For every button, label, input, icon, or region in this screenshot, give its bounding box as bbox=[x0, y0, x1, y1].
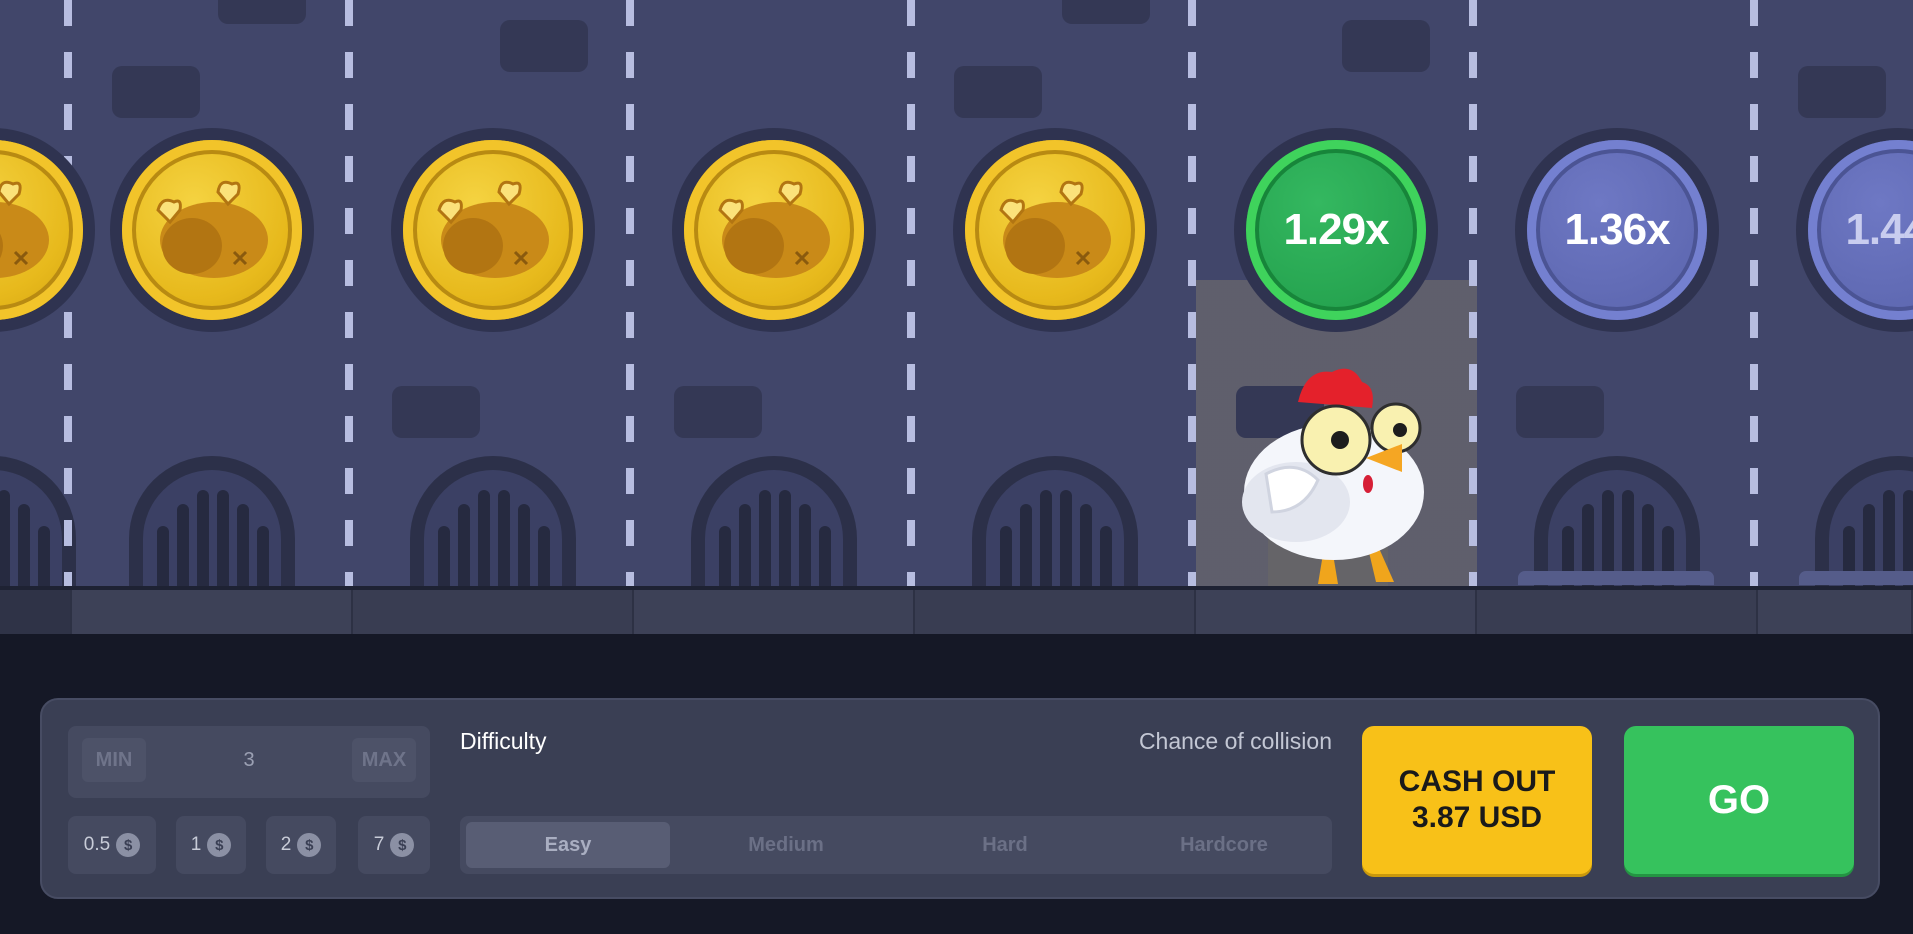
difficulty-easy[interactable]: Easy bbox=[466, 822, 670, 868]
roast-chicken-icon bbox=[403, 140, 583, 320]
roast-chicken-icon bbox=[684, 140, 864, 320]
roast-chicken-icon bbox=[965, 140, 1145, 320]
multiplier-label: 1.36x bbox=[1527, 140, 1707, 320]
chip-button-2[interactable]: 2 $ bbox=[266, 816, 336, 874]
sidewalk bbox=[0, 586, 1913, 634]
collision-chance-label: Chance of collision bbox=[1138, 728, 1332, 754]
max-bet-button[interactable]: MAX bbox=[352, 738, 416, 782]
sidewalk-slab bbox=[1196, 590, 1477, 634]
control-panel: MIN 3 MAX 0.5 $ 1 $ 2 $ 7 $ Difficulty C… bbox=[40, 698, 1880, 899]
sidewalk-slab bbox=[1477, 590, 1758, 634]
difficulty-label: Difficulty bbox=[460, 728, 547, 754]
chip-amount: 7 bbox=[373, 834, 385, 855]
brick-decoration bbox=[954, 66, 1042, 118]
sewer-grate-icon bbox=[1534, 456, 1700, 586]
collected-coin-icon bbox=[110, 128, 314, 332]
roast-chicken-icon bbox=[0, 140, 83, 320]
manhole-plate bbox=[1799, 571, 1913, 585]
difficulty-selector: Easy Medium Hard Hardcore bbox=[460, 816, 1332, 874]
brick-decoration bbox=[500, 20, 588, 72]
roast-chicken-icon bbox=[122, 140, 302, 320]
brick-decoration bbox=[674, 386, 762, 438]
bet-amount-value[interactable]: 3 bbox=[188, 738, 310, 782]
dollar-icon: $ bbox=[297, 833, 322, 857]
brick-decoration bbox=[218, 0, 306, 24]
multiplier-label: 1.44x bbox=[1808, 140, 1913, 320]
lane-divider bbox=[1469, 0, 1477, 586]
go-button[interactable]: GO bbox=[1624, 726, 1854, 874]
cash-out-amount: 3.87 USD bbox=[1411, 801, 1543, 834]
chip-amount: 0.5 bbox=[83, 834, 111, 855]
brick-decoration bbox=[112, 66, 200, 118]
lane-divider bbox=[1188, 0, 1196, 586]
bet-amount-field[interactable]: MIN 3 MAX bbox=[68, 726, 430, 798]
sewer-grate-icon bbox=[1815, 456, 1913, 586]
chip-button-7[interactable]: 7 $ bbox=[358, 816, 430, 874]
difficulty-hard[interactable]: Hard bbox=[903, 822, 1107, 868]
collected-coin-icon bbox=[0, 128, 95, 332]
min-bet-button[interactable]: MIN bbox=[82, 738, 146, 782]
dollar-icon: $ bbox=[207, 833, 232, 857]
chip-amount: 1 bbox=[190, 834, 202, 855]
lane-divider bbox=[345, 0, 353, 586]
difficulty-medium[interactable]: Medium bbox=[684, 822, 888, 868]
collected-coin-icon bbox=[672, 128, 876, 332]
brick-decoration bbox=[1516, 386, 1604, 438]
sewer-grate-icon bbox=[972, 456, 1138, 586]
current-multiplier-coin: 1.29x bbox=[1234, 128, 1438, 332]
upcoming-multiplier-coin: 1.44x bbox=[1796, 128, 1913, 332]
lane-divider bbox=[626, 0, 634, 586]
brick-decoration bbox=[1798, 66, 1886, 118]
sewer-grate-icon bbox=[691, 456, 857, 586]
brick-decoration bbox=[1342, 20, 1430, 72]
chip-button-1[interactable]: 1 $ bbox=[176, 816, 246, 874]
collected-coin-icon bbox=[391, 128, 595, 332]
sidewalk-slab bbox=[1758, 590, 1913, 634]
cash-out-button[interactable]: CASH OUT 3.87 USD bbox=[1362, 726, 1592, 874]
sidewalk-slab bbox=[634, 590, 915, 634]
brick-decoration bbox=[392, 386, 480, 438]
game-board: 1.29x 1.36x 1.44x bbox=[0, 0, 1913, 586]
collected-coin-icon bbox=[953, 128, 1157, 332]
sidewalk-slab bbox=[915, 590, 1196, 634]
sidewalk-slab bbox=[72, 590, 353, 634]
sidewalk-slab bbox=[0, 590, 72, 634]
chip-amount: 2 bbox=[280, 834, 292, 855]
dollar-icon: $ bbox=[116, 833, 141, 857]
difficulty-hardcore[interactable]: Hardcore bbox=[1122, 822, 1326, 868]
dollar-icon: $ bbox=[390, 833, 415, 857]
lane-divider bbox=[907, 0, 915, 586]
chicken-icon bbox=[1242, 368, 1424, 586]
lane-divider bbox=[1750, 0, 1758, 586]
sewer-grate-icon bbox=[410, 456, 576, 586]
cash-out-label: CASH OUT bbox=[1398, 765, 1556, 798]
multiplier-label: 1.29x bbox=[1246, 140, 1426, 320]
chip-button-0-5[interactable]: 0.5 $ bbox=[68, 816, 156, 874]
brick-decoration bbox=[1062, 0, 1150, 24]
upcoming-multiplier-coin: 1.36x bbox=[1515, 128, 1719, 332]
manhole-plate bbox=[1518, 571, 1714, 585]
sidewalk-slab bbox=[353, 590, 634, 634]
